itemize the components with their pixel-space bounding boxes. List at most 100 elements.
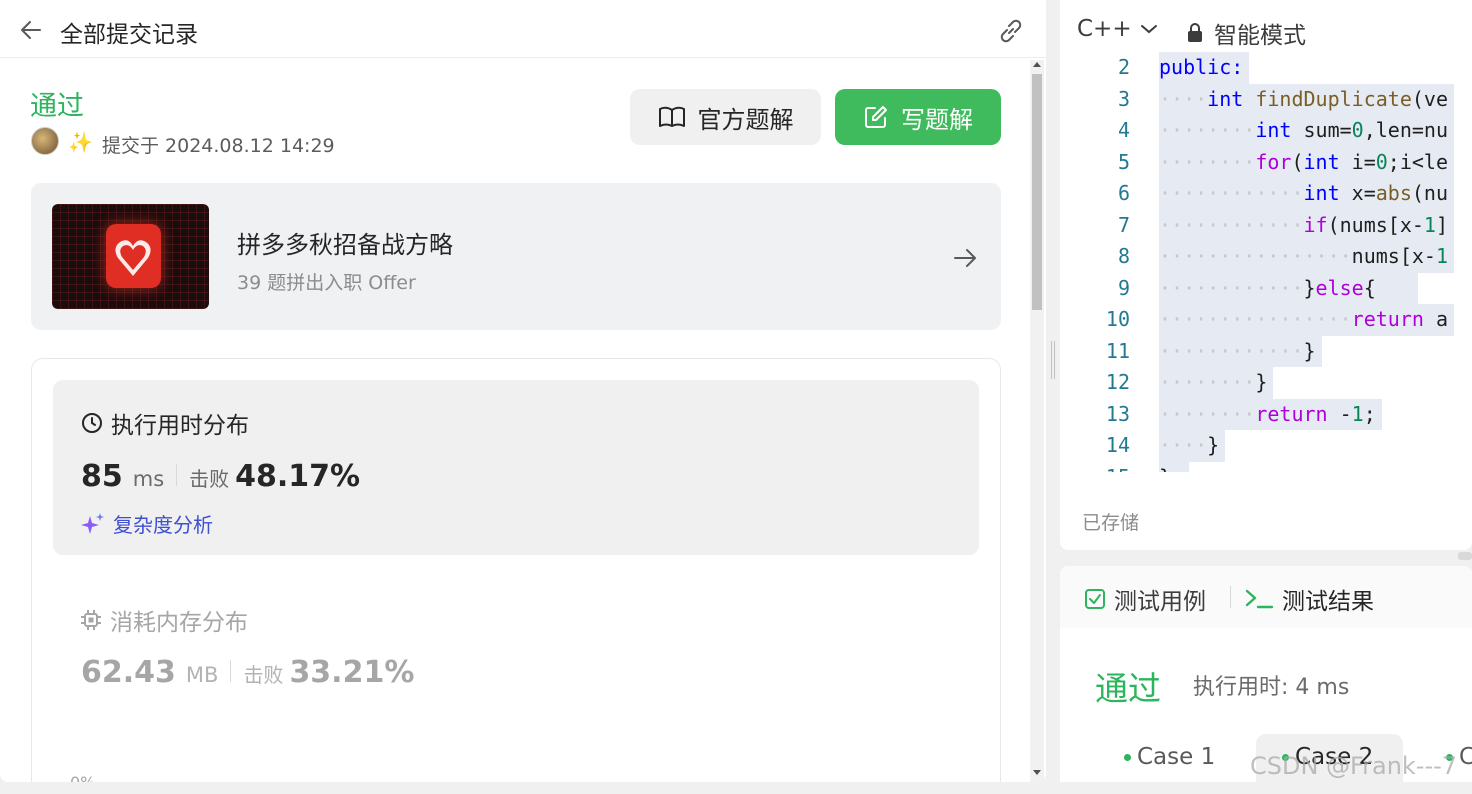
memory-title[interactable]: 消耗内存分布	[80, 603, 248, 637]
code-line: 2 public:	[1060, 52, 1472, 84]
mode-toggle[interactable]: 智能模式	[1186, 16, 1306, 50]
code-line: 14 ····}	[1060, 430, 1472, 462]
back-arrow-icon[interactable]	[18, 17, 44, 43]
runtime-title-label: 执行用时分布	[111, 413, 249, 439]
panel-resize-handle[interactable]	[1051, 341, 1055, 379]
language-label: C++	[1077, 16, 1132, 42]
divider	[176, 464, 178, 486]
divider	[1230, 586, 1231, 608]
terminal-icon	[1245, 589, 1274, 609]
code-line: 4 ········int sum=0,len=nu	[1060, 115, 1472, 147]
runtime-unit: ms	[132, 467, 165, 491]
code-line: 5 ········for(int i=0;i<le	[1060, 146, 1472, 178]
line-number: 2	[1117, 55, 1130, 79]
complexity-label: 复杂度分析	[113, 513, 213, 537]
result-runtime: 执行用时: 4 ms	[1193, 675, 1350, 700]
official-solution-button[interactable]: 官方题解	[630, 89, 821, 145]
code-line: 3 ····int findDuplicate(ve	[1060, 83, 1472, 115]
case-label: C	[1459, 744, 1472, 770]
runtime-number: 85	[81, 459, 123, 494]
runtime-beat-percent: 48.17%	[235, 459, 361, 494]
code-line: 9 ············}else{	[1060, 272, 1472, 304]
line-number: 12	[1105, 370, 1130, 394]
scroll-up-icon[interactable]	[1033, 62, 1041, 67]
sparkle-icon: ✨	[68, 130, 93, 154]
code-line: 8 ················nums[x-1	[1060, 241, 1472, 273]
runtime-beat-label: 击败	[189, 467, 230, 491]
line-number: 4	[1117, 118, 1130, 142]
line-number: 13	[1105, 401, 1130, 426]
submission-time: 提交于 2024.08.12 14:29	[102, 135, 335, 157]
code-line: 7 ············if(nums[x-1]	[1060, 209, 1472, 241]
code-line: 15};	[1060, 461, 1472, 472]
case-tab[interactable]: Case 1	[1124, 744, 1215, 770]
memory-beat-percent: 33.21%	[289, 655, 415, 690]
memory-value: 62.43 MB 击败 33.21%	[81, 655, 414, 690]
edit-icon	[865, 106, 887, 128]
language-select[interactable]: C++	[1077, 16, 1158, 42]
result-status: 通过	[1095, 669, 1161, 708]
memory-beat-label: 击败	[243, 663, 284, 687]
link-icon[interactable]	[996, 16, 1026, 46]
line-number: 11	[1105, 338, 1130, 363]
tab-test-cases[interactable]: 测试用例	[1084, 582, 1206, 616]
editor-toolbar: C++ 智能模式	[1060, 0, 1472, 58]
test-panel: 测试用例 测试结果 通过 执行用时: 4 ms Case 1 Case 2 C	[1060, 566, 1472, 782]
watermark: CSDN @Frank---7	[1250, 752, 1458, 780]
promo-banner[interactable]: 拼多多秋招备战方略 39 题拼出入职 Offer	[31, 183, 1001, 330]
pass-dot-icon	[1124, 753, 1131, 761]
lock-icon	[1188, 23, 1202, 42]
book-icon	[658, 106, 685, 127]
submission-status: 通过	[30, 91, 84, 122]
clock-icon	[82, 413, 102, 433]
tab-test-result[interactable]: 测试结果	[1244, 582, 1374, 616]
code-line: 13 ········return -1;	[1060, 398, 1472, 430]
line-number: 7	[1117, 212, 1130, 237]
test-tabs: 测试用例 测试结果	[1060, 566, 1472, 628]
submission-panel: 全部提交记录 通过 ✨ 提交于 2024.08.12 14:29 官方题解 写题…	[0, 0, 1046, 782]
promo-subtitle: 39 题拼出入职 Offer	[237, 272, 416, 294]
line-number: 9	[1117, 275, 1130, 300]
complexity-analysis-link[interactable]: 复杂度分析	[81, 509, 213, 538]
tab-test-result-label: 测试结果	[1282, 589, 1374, 615]
code-area[interactable]: 2 public: 3 ····int findDuplicate(ve 4 ····…	[1060, 52, 1472, 472]
code-line: 10 ················return a	[1060, 304, 1472, 336]
memory-number: 62.43	[81, 655, 176, 690]
case-label: Case 1	[1137, 744, 1216, 770]
chip-icon	[81, 610, 101, 630]
write-solution-button[interactable]: 写题解	[835, 89, 1001, 145]
memory-title-label: 消耗内存分布	[110, 610, 248, 636]
code-line: 12 ········}	[1060, 367, 1472, 399]
arrow-right-icon	[954, 249, 976, 267]
avatar[interactable]	[31, 127, 59, 155]
line-number: 3	[1117, 86, 1130, 111]
promo-image	[52, 204, 209, 309]
runtime-title: 执行用时分布	[81, 406, 249, 440]
stats-card: 执行用时分布 85 ms 击败 48.17% 复杂度分析 消耗内存分布 62.4…	[31, 358, 1001, 782]
save-status: 已存储	[1082, 512, 1140, 534]
panel-resize-handle[interactable]	[1458, 552, 1472, 560]
line-number: 5	[1117, 149, 1130, 174]
chevron-down-icon	[1140, 25, 1157, 34]
line-number: 8	[1117, 244, 1130, 268]
line-number: 10	[1105, 307, 1130, 331]
mode-label: 智能模式	[1214, 23, 1306, 49]
official-solution-label: 官方题解	[697, 105, 794, 134]
scroll-down-icon[interactable]	[1033, 770, 1041, 775]
memory-unit: MB	[185, 663, 219, 687]
submission-header: 全部提交记录	[0, 0, 1046, 58]
chart-axis-label: 0%	[70, 773, 95, 782]
runtime-distribution[interactable]: 执行用时分布 85 ms 击败 48.17% 复杂度分析	[53, 380, 979, 555]
pinduoduo-logo-icon	[106, 224, 161, 288]
page-title: 全部提交记录	[60, 22, 198, 48]
write-solution-label: 写题解	[901, 105, 973, 134]
scrollbar-thumb[interactable]	[1032, 74, 1042, 310]
code-line: 11 ············}	[1060, 335, 1472, 367]
runtime-value: 85 ms 击败 48.17%	[81, 459, 360, 494]
scrollbar[interactable]	[1030, 60, 1044, 782]
code-line: 6 ············int x=abs(nu	[1060, 178, 1472, 210]
checkbox-icon	[1085, 589, 1105, 609]
promo-title: 拼多多秋招备战方略	[237, 231, 453, 259]
divider	[230, 660, 232, 682]
line-number: 14	[1105, 433, 1130, 457]
